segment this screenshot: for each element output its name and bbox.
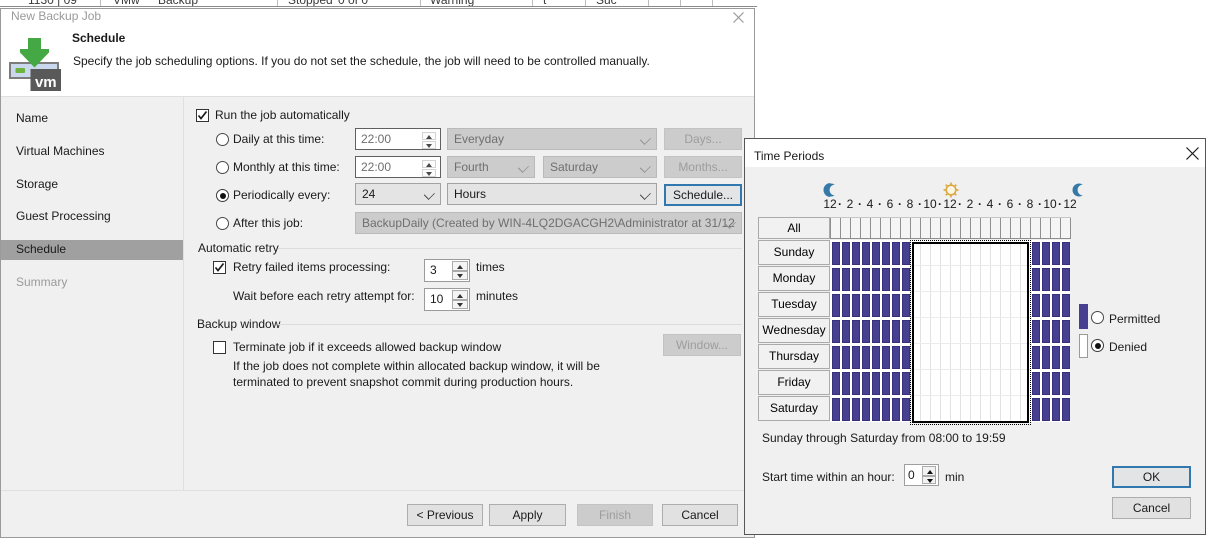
svg-text:vm: vm — [35, 74, 57, 91]
